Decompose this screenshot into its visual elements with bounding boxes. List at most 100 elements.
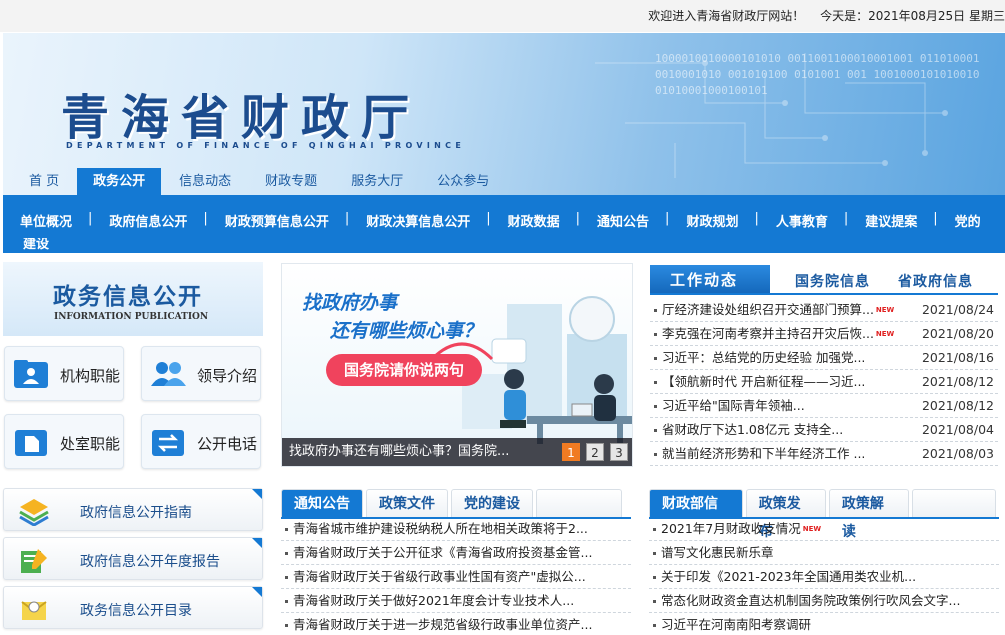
nav-news[interactable]: 信息动态 — [163, 168, 247, 195]
tab-empty — [912, 489, 997, 517]
binary-decoration: 1000010010000101010 0011001100010001001 … — [655, 52, 980, 97]
item-date: 2021/08/03 — [921, 446, 994, 461]
subnav-item[interactable]: 单位概况 — [3, 211, 72, 230]
site-title[interactable]: 青海省财政厅 — [61, 78, 421, 148]
subnav-item[interactable]: 党的 — [938, 211, 981, 230]
subnav-item[interactable]: 财政预算信息公开 — [208, 211, 329, 230]
tab-policy-release[interactable]: 政策发布 — [745, 489, 826, 540]
subnav-item[interactable]: 通知公告 — [580, 211, 649, 230]
slide-page-2[interactable]: 2 — [586, 443, 604, 461]
list-item[interactable]: 青海省城市维护建设税纳税人所在地相关政策将于2... — [281, 517, 631, 541]
person-folder-icon — [14, 360, 48, 388]
work-list: 厅经济建设处组织召开交通部门预算... NEW 2021/08/24 李克强在河南考… — [650, 298, 998, 466]
nav-government-affairs[interactable]: 政务公开 — [77, 168, 162, 195]
tile-department-functions[interactable]: 处室职能 — [4, 414, 124, 469]
item-date: 2021/08/16 — [921, 350, 994, 365]
list-item[interactable]: 青海省财政厅关于省级行政事业性国有资产"虚拟公... — [281, 565, 631, 589]
slide-headline-2: 还有哪些烦心事？ — [330, 320, 483, 342]
current-date: 今天是：2021年08月25日 星期三 — [820, 9, 1005, 23]
list-item[interactable]: 就当前经济形势和下半年经济工作 ... 2021/08/03 — [650, 442, 998, 466]
btn-info-catalog[interactable]: 政务信息公开目录 — [3, 586, 263, 629]
subnav-item[interactable]: 人事教育 — [759, 211, 828, 230]
tab-provincial-gov[interactable]: 省政府信息 — [898, 271, 973, 291]
main-nav: 首 页 政务公开 信息动态 财政专题 服务大厅 公众参与 — [13, 168, 507, 195]
tab-ministry-info[interactable]: 财政部信息 — [649, 489, 743, 540]
tab-empty — [536, 489, 622, 517]
new-badge: NEW — [875, 306, 895, 314]
list-item[interactable]: 习近平：总结党的历史经验 加强党... 2021/08/16 — [650, 346, 998, 370]
list-item[interactable]: 省财政厅下达1.08亿元 支持全... 2021/08/04 — [650, 418, 998, 442]
tab-policy-docs[interactable]: 政策文件 — [366, 489, 448, 517]
corner-marker — [252, 489, 262, 499]
nav-service-hall[interactable]: 服务大厅 — [335, 168, 419, 195]
exchange-icon — [152, 430, 184, 456]
tile-label: 机构职能 — [60, 367, 121, 385]
new-badge: NEW — [875, 330, 895, 338]
site-banner: 1000010010000101010 0011001100010001001 … — [3, 33, 1005, 195]
welcome-text: 欢迎进入青海省财政厅网站！ 今天是：2021年08月25日 星期三 — [636, 7, 1005, 24]
list-item[interactable]: 厅经济建设处组织召开交通部门预算... NEW 2021/08/24 — [650, 298, 998, 322]
btn-info-guide[interactable]: 政府信息公开指南 — [3, 488, 263, 531]
slide-caption-bar: 找政府办事还有哪些烦心事？国务院... 1 2 3 — [282, 438, 632, 466]
list-item[interactable]: 习近平给"国际青年领袖... 2021/08/12 — [650, 394, 998, 418]
tile-leaders[interactable]: 领导介绍 — [141, 346, 261, 401]
subnav-item[interactable]: 政府信息公开 — [92, 211, 187, 230]
ministry-list: 2021年7月财政收支情况 NEW 谱写文化惠民新乐章 关于印发《2021-202… — [649, 517, 999, 635]
info-publication-title: 政务信息公开 — [53, 284, 203, 310]
new-badge: NEW — [802, 525, 822, 533]
work-tabs: 工作动态 国务院信息 省政府信息 — [650, 265, 998, 295]
button-label: 政府信息公开年度报告 — [80, 554, 220, 570]
tile-public-phone[interactable]: 公开电话 — [141, 414, 261, 469]
subnav-item[interactable]: 财政数据 — [491, 211, 560, 230]
btn-annual-report[interactable]: 政府信息公开年度报告 — [3, 537, 263, 580]
feature-slideshow[interactable]: 找政府办事 还有哪些烦心事？ 国务院请你说两句 找政府办事还有哪些烦心事？国务院… — [281, 263, 633, 467]
list-item[interactable]: 2021年7月财政收支情况 NEW — [649, 517, 999, 541]
tab-work-dynamics[interactable]: 工作动态 — [650, 265, 770, 295]
tab-underline — [650, 293, 998, 295]
list-item[interactable]: 【领航新时代 开启新征程——习近... 2021/08/12 — [650, 370, 998, 394]
item-date: 2021/08/20 — [921, 326, 994, 341]
list-item[interactable]: 青海省财政厅关于做好2021年度会计专业技术人... — [281, 589, 631, 613]
slide-page-1[interactable]: 1 — [562, 443, 580, 461]
list-item[interactable]: 李克强在河南考察并主持召开灾后恢... NEW 2021/08/20 — [650, 322, 998, 346]
list-item[interactable]: 青海省财政厅关于公开征求《青海省政府投资基金管... — [281, 541, 631, 565]
tab-notices[interactable]: 通知公告 — [281, 489, 363, 517]
item-date: 2021/08/04 — [921, 422, 994, 437]
tab-party-building[interactable]: 党的建设 — [451, 489, 533, 517]
list-item[interactable]: 谱写文化惠民新乐章 — [649, 541, 999, 565]
subnav-item[interactable]: 财政决算信息公开 — [349, 211, 470, 230]
subnav-item-wrapped[interactable]: 建设 — [23, 238, 49, 253]
ministry-tabs: 财政部信息 政策发布 政策解读 — [649, 489, 999, 540]
nav-home[interactable]: 首 页 — [13, 168, 75, 195]
subnav-item[interactable]: 财政规划 — [669, 211, 738, 230]
slide-page-3[interactable]: 3 — [610, 443, 628, 461]
slide-headline-1: 找政府办事 — [302, 292, 398, 314]
sub-nav: 单位概况 | 政府信息公开 | 财政预算信息公开 | 财政决算信息公开 | 财政数据 | … — [3, 195, 1005, 253]
top-bar: 欢迎进入青海省财政厅网站！ 今天是：2021年08月25日 星期三 — [0, 0, 1005, 32]
tab-policy-interpretation[interactable]: 政策解读 — [828, 489, 909, 540]
button-label: 政府信息公开指南 — [80, 505, 192, 521]
slide-caption[interactable]: 找政府办事还有哪些烦心事？国务院... — [289, 444, 509, 459]
corner-marker — [252, 538, 262, 548]
report-pen-icon — [21, 549, 47, 573]
document-icon — [15, 430, 47, 456]
people-icon — [151, 362, 186, 386]
list-item[interactable]: 习近平在河南南阳考察调研 — [649, 613, 999, 635]
notice-tabs: 通知公告 政策文件 党的建设 — [281, 489, 631, 519]
list-item[interactable]: 青海省财政厅关于进一步规范省级行政事业单位资产... — [281, 613, 631, 635]
corner-marker — [252, 587, 262, 597]
notice-list: 青海省城市维护建设税纳税人所在地相关政策将于2... 青海省财政厅关于公开征求《… — [281, 517, 631, 635]
welcome-message: 欢迎进入青海省财政厅网站！ — [648, 9, 805, 23]
stack-icon — [19, 499, 49, 526]
tile-institution-functions[interactable]: 机构职能 — [4, 346, 124, 401]
nav-topics[interactable]: 财政专题 — [249, 168, 333, 195]
button-label: 政务信息公开目录 — [80, 603, 192, 619]
subnav-item[interactable]: 建议提案 — [848, 211, 917, 230]
info-publication-header: 政务信息公开 INFORMATION PUBLICATION — [3, 262, 263, 336]
slide-pill: 国务院请你说两句 — [326, 354, 482, 386]
item-date: 2021/08/12 — [921, 398, 994, 413]
list-item[interactable]: 关于印发《2021-2023年全国通用类农业机... — [649, 565, 999, 589]
list-item[interactable]: 常态化财政资金直达机制国务院政策例行吹风会文字... — [649, 589, 999, 613]
nav-public-participation[interactable]: 公众参与 — [421, 168, 505, 195]
tab-state-council[interactable]: 国务院信息 — [795, 271, 870, 291]
